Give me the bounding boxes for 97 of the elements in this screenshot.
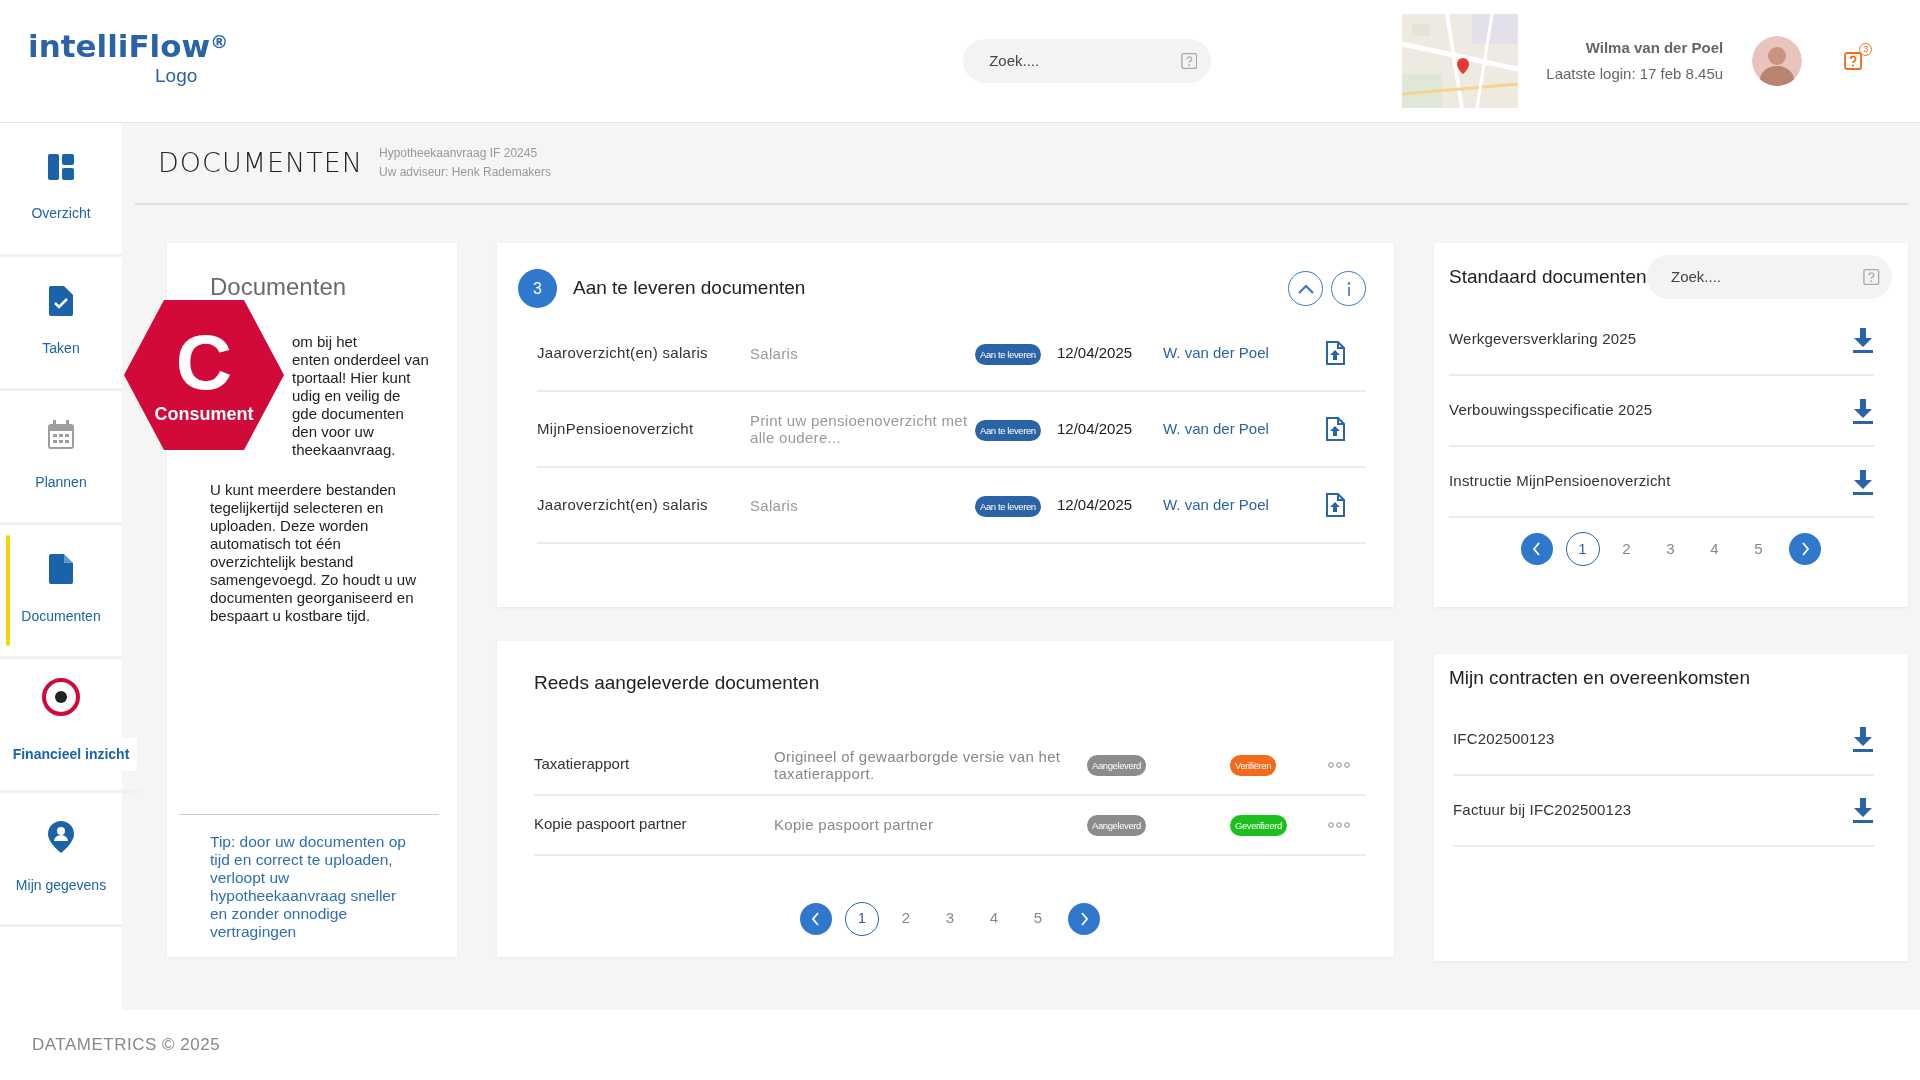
last-login: Laatste login: 17 feb 8.45u <box>1546 64 1724 84</box>
upload-button[interactable] <box>1325 341 1345 365</box>
chevron-right-icon <box>1078 911 1090 926</box>
document-description: Origineel of gewaarborgde versie van het taxatierapport. <box>774 747 1062 782</box>
page-button[interactable]: 2 <box>1604 532 1649 566</box>
file-upload-icon <box>1325 341 1345 365</box>
download-icon <box>1852 397 1874 424</box>
document-date: 12/04/2025 <box>1057 342 1134 363</box>
help-icon[interactable] <box>1844 52 1863 70</box>
logo-subtitle: Logo <box>155 64 199 89</box>
avatar <box>1752 36 1803 86</box>
status-tag: Aan te leveren <box>975 343 1041 365</box>
download-icon <box>1852 797 1874 823</box>
calendar-icon <box>47 420 75 450</box>
document-name: Instructie MijnPensioenoverzicht <box>1449 471 1671 492</box>
document-date: 12/04/2025 <box>1057 494 1134 515</box>
document-description: Salaris <box>750 496 799 514</box>
file-upload-icon <box>1325 493 1345 517</box>
collapse-button[interactable] <box>1288 271 1323 306</box>
page-button[interactable]: 4 <box>972 901 1016 936</box>
page-button[interactable]: 3 <box>1648 532 1693 566</box>
document-name: Kopie paspoort partner <box>534 814 688 835</box>
page-subtitle: Hypotheekaanvraag IF 20245 <box>378 145 539 162</box>
search-input[interactable]: Zoek.... <box>1669 264 1864 290</box>
document-description: Kopie paspoort partner <box>774 816 935 833</box>
more-icon <box>1328 762 1350 769</box>
search-field[interactable]: Zoek.... <box>1647 255 1892 299</box>
previous-button[interactable] <box>800 902 832 935</box>
file-icon <box>49 554 73 584</box>
page-button[interactable]: 4 <box>1692 532 1737 566</box>
person-name[interactable]: W. van der Poel <box>1163 493 1325 517</box>
status-tag: Aangeleverd <box>1087 755 1146 777</box>
chevron-up-icon <box>1297 283 1314 294</box>
download-icon <box>1852 326 1874 353</box>
card-title: Standaard documenten <box>1449 264 1647 289</box>
location-pin-icon <box>48 821 74 853</box>
person-name[interactable]: W. van der Poel <box>1163 417 1325 441</box>
search-input[interactable]: Zoek.... <box>987 48 1181 74</box>
card-title: Aan te leveren documenten <box>573 276 806 301</box>
user-name: Wilma van der Poel <box>1585 37 1724 58</box>
document-name: Jaaroverzicht(en) salaris <box>537 342 709 363</box>
download-button[interactable] <box>1852 397 1874 424</box>
notification-badge: 3 <box>1859 43 1873 56</box>
document-description: Print uw pensioenoverzicht met alle oudere... <box>750 412 969 446</box>
download-icon <box>1852 726 1874 752</box>
page-button[interactable]: 2 <box>884 901 928 936</box>
page-button[interactable]: 3 <box>928 901 972 936</box>
target-icon <box>42 678 80 716</box>
document-date: 12/04/2025 <box>1057 418 1134 439</box>
info-paragraph: U kunt meerdere bestanden tegelijkertijd selecteren en uploaden. Deze worden automatisch tot één overzichtelijk bestand samengevoegd. Zo houdt u uw documenten georganiseerd en bespaart u kostbare tijd. <box>210 481 417 625</box>
next-button[interactable] <box>1788 533 1821 565</box>
download-button[interactable] <box>1852 326 1874 353</box>
file-upload-icon <box>1325 417 1345 441</box>
document-name: Factuur bij IFC202500123 <box>1453 799 1632 820</box>
status-tag: Aan te leveren <box>975 495 1041 517</box>
info-button[interactable] <box>1331 271 1366 306</box>
document-name: IFC202500123 <box>1453 728 1555 749</box>
status-tag: Geverifieerd <box>1230 815 1287 837</box>
copyright-text: DATAMETRICS © 2025 <box>32 1034 221 1057</box>
previous-button[interactable] <box>1520 533 1553 565</box>
more-icon <box>1328 822 1350 829</box>
logo: intelliFlow$^{®}$ <box>28 31 229 63</box>
page-title: DOCUMENTEN <box>158 145 363 180</box>
info-icon <box>1346 281 1351 296</box>
download-button[interactable] <box>1852 797 1874 823</box>
chevron-left-icon <box>810 911 822 926</box>
document-name: Jaaroverzicht(en) salaris <box>537 494 709 515</box>
status-tag: Aan te leveren <box>975 419 1041 441</box>
page-button[interactable]: 5 <box>1016 901 1060 936</box>
upload-button[interactable] <box>1325 493 1345 517</box>
page-button[interactable]: 5 <box>1736 532 1781 566</box>
badge-letter: C <box>175 322 233 401</box>
document-description: Salaris <box>750 344 799 362</box>
file-check-icon <box>49 286 73 316</box>
count-badge: 3 <box>518 269 557 308</box>
chevron-left-icon <box>1530 542 1543 556</box>
document-name: Verbouwingsspecificatie 2025 <box>1449 400 1653 421</box>
page-subtitle: Uw adviseur: Henk Rademakers <box>378 164 552 181</box>
tip-text: Tip: door uw documenten op tijd en correct te uploaden, verloopt uw hypotheekaanvraag sneller en zonder onnodige vertragingen <box>210 833 407 941</box>
next-button[interactable] <box>1068 902 1100 935</box>
document-name: MijnPensioenoverzicht <box>537 418 695 439</box>
card-title: Mijn contracten en overeenkomsten <box>1449 666 1751 690</box>
download-button[interactable] <box>1852 726 1874 752</box>
search-field[interactable]: Zoek.... <box>963 39 1212 83</box>
intro-text: om bij het enten onderdeel van tportaal! Hier kunt udig en veilig de gde documenten den voor uw theekaanvraag. <box>292 333 430 459</box>
document-name: Taxatierapport <box>534 754 631 775</box>
document-name: Werkgeversverklaring 2025 <box>1449 329 1637 350</box>
card-title: Reeds aangeleverde documenten <box>534 671 821 695</box>
dashboard-icon <box>47 153 75 181</box>
card-title: Documenten <box>210 272 348 302</box>
badge-label: Consument <box>154 402 254 426</box>
status-tag: Aangeleverd <box>1087 815 1146 837</box>
status-tag: Verifiëren <box>1230 755 1277 777</box>
person-name[interactable]: W. van der Poel <box>1163 341 1325 365</box>
download-icon <box>1852 468 1874 495</box>
upload-button[interactable] <box>1325 417 1345 441</box>
download-button[interactable] <box>1852 468 1874 495</box>
